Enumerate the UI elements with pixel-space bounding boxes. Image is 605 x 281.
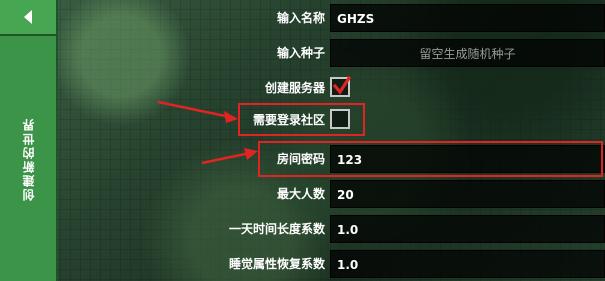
- arrow-to-password-icon: [201, 148, 258, 165]
- seed-row: 输入种子 留空生成随机种子: [130, 39, 605, 67]
- server-label: 创建服务器: [264, 81, 325, 95]
- tab-create-world-label: 创建新的世界: [21, 116, 36, 201]
- day-length-label: 一天时间长度系数: [228, 222, 325, 236]
- seed-input[interactable]: 留空生成随机种子: [330, 39, 605, 67]
- arrow-to-community-icon: [157, 100, 238, 123]
- checkmark-icon: [333, 76, 351, 95]
- server-checkbox[interactable]: [330, 76, 351, 97]
- seed-label: 输入种子: [276, 46, 325, 60]
- tab-create-world[interactable]: 创建新的世界: [0, 36, 56, 281]
- chevron-left-icon: [24, 10, 32, 24]
- name-input[interactable]: GHZS: [330, 4, 605, 32]
- back-button[interactable]: [0, 0, 56, 36]
- day-length-input[interactable]: 1.0: [330, 215, 605, 243]
- sidebar: 创建新的世界: [0, 0, 58, 281]
- sleep-recovery-input[interactable]: 1.0: [330, 250, 605, 278]
- max-players-input[interactable]: 20: [330, 180, 605, 208]
- day-length-row: 一天时间长度系数 1.0: [130, 215, 605, 243]
- sleep-recovery-row: 睡觉属性恢复系数 1.0: [130, 250, 605, 278]
- max-players-label: 最大人数: [276, 187, 325, 201]
- name-row: 输入名称 GHZS: [130, 4, 605, 32]
- password-highlight-box: [258, 141, 603, 177]
- sleep-recovery-label: 睡觉属性恢复系数: [228, 257, 325, 271]
- max-players-row: 最大人数 20: [130, 180, 605, 208]
- name-label: 输入名称: [276, 11, 325, 25]
- community-highlight-box: [238, 103, 365, 136]
